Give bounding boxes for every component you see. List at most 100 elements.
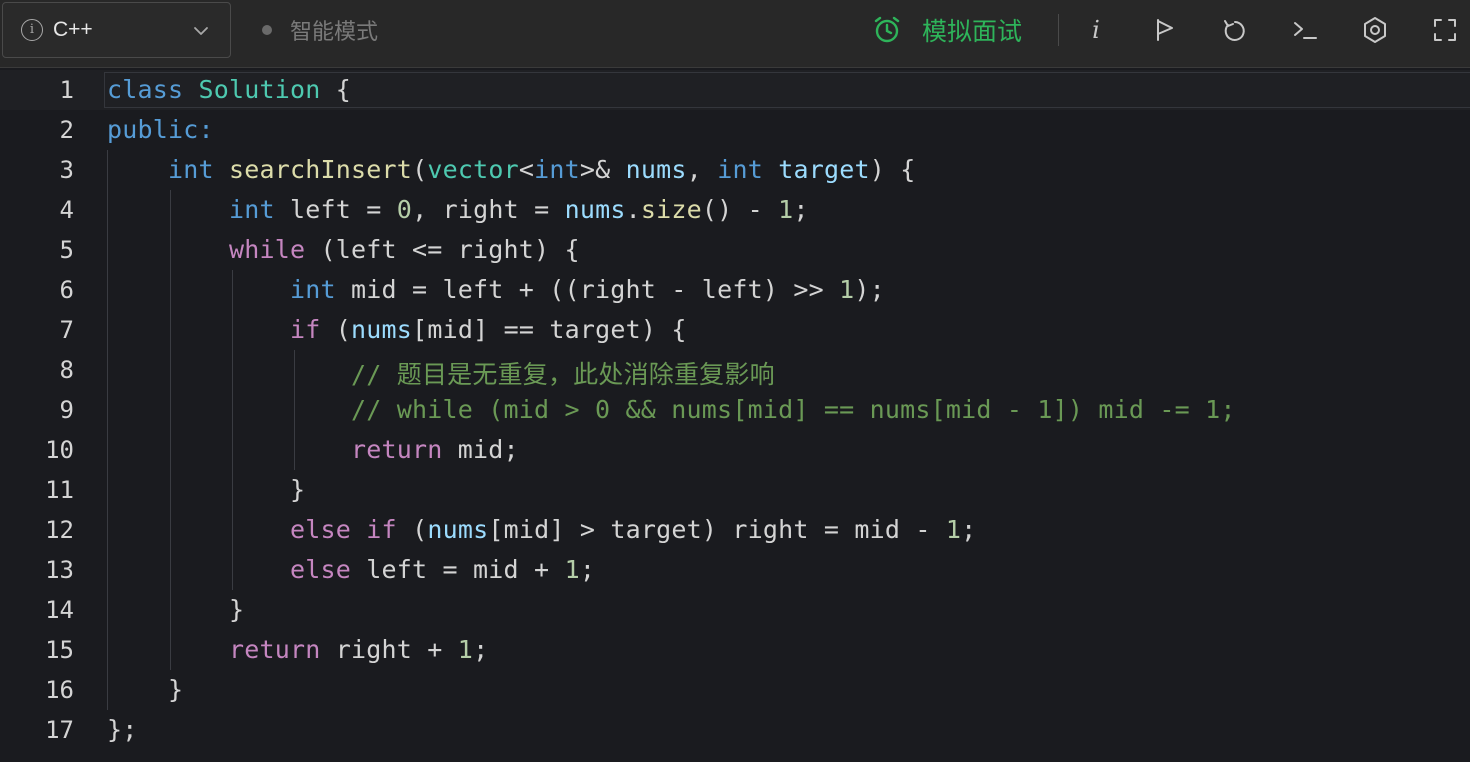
code-text: else left = mid + 1;	[107, 555, 595, 584]
code-token: left = mid +	[351, 555, 565, 584]
code-line[interactable]: 5 while (left <= right) {	[0, 230, 1470, 270]
code-line[interactable]: 9 // while (mid > 0 && nums[mid] == nums…	[0, 390, 1470, 430]
code-token: {	[320, 75, 352, 104]
code-line[interactable]: 10 return mid;	[0, 430, 1470, 470]
code-line[interactable]: 13 else left = mid + 1;	[0, 550, 1470, 590]
code-token: ;	[473, 635, 489, 664]
fullscreen-button[interactable]	[1430, 15, 1460, 45]
code-token: right +	[320, 635, 458, 664]
code-text: }	[107, 595, 244, 624]
code-token: ;	[961, 515, 977, 544]
code-token: int	[717, 155, 763, 184]
flag-icon	[1157, 19, 1173, 41]
code-token: }	[107, 675, 184, 704]
console-button[interactable]	[1290, 15, 1320, 45]
info-button[interactable]: i	[1081, 15, 1111, 45]
code-line[interactable]: 4 int left = 0, right = nums.size() - 1;	[0, 190, 1470, 230]
toolbar-divider	[1058, 14, 1059, 46]
code-text: if (nums[mid] == target) {	[107, 315, 687, 344]
code-token: <	[518, 155, 535, 184]
code-token: 0	[396, 195, 413, 224]
code-line[interactable]: 2 public:	[0, 110, 1470, 150]
code-token: [mid] > target) right = mid -	[488, 515, 946, 544]
code-line[interactable]: 1 class Solution {	[0, 70, 1470, 110]
code-token: else	[290, 515, 352, 544]
code-token: nums	[351, 315, 413, 344]
code-token: mid = left + ((right - left) >>	[335, 275, 840, 304]
line-number: 2	[59, 116, 74, 144]
code-token: }	[107, 475, 306, 504]
code-text: class Solution {	[107, 75, 351, 104]
code-token: return	[229, 635, 321, 664]
code-token: ;	[579, 555, 596, 584]
terminal-icon	[1294, 22, 1317, 39]
code-token: (left <= right) {	[305, 235, 580, 264]
code-token: (	[412, 155, 428, 184]
code-text: int left = 0, right = nums.size() - 1;	[107, 195, 809, 224]
code-text: else if (nums[mid] > target) right = mid…	[107, 515, 976, 544]
reset-icon	[1224, 20, 1245, 41]
code-token: ,	[686, 155, 718, 184]
code-line[interactable]: 17};	[0, 710, 1470, 750]
code-token: mid;	[442, 435, 519, 464]
smart-mode-toggle[interactable]: 智能模式	[262, 0, 378, 60]
code-text: return mid;	[107, 435, 519, 464]
mock-interview-button[interactable]: 模拟面试	[872, 0, 1022, 60]
code-token: int	[168, 155, 214, 184]
code-token: >&	[579, 155, 611, 184]
line-number: 4	[59, 196, 74, 224]
reset-button[interactable]	[1220, 15, 1250, 45]
code-token: (	[320, 315, 352, 344]
code-line[interactable]: 11 }	[0, 470, 1470, 510]
code-token: // 题目是无重复，此处消除重复影响	[351, 360, 775, 389]
code-token: int	[290, 275, 336, 304]
code-line[interactable]: 3 int searchInsert(vector<int>& nums, in…	[0, 150, 1470, 190]
editor-toolbar: i C++ 智能模式 模拟面试 i	[0, 0, 1470, 68]
code-token: 1	[457, 635, 474, 664]
alarm-clock-icon	[874, 16, 900, 43]
code-text: public:	[107, 115, 214, 144]
code-text: };	[107, 715, 138, 744]
flag-button[interactable]	[1150, 15, 1180, 45]
code-token: }	[107, 595, 245, 624]
settings-button[interactable]	[1360, 15, 1390, 45]
code-token: () -	[701, 195, 779, 224]
gear-icon	[1364, 17, 1386, 43]
code-token: if	[366, 515, 397, 544]
code-token: 1	[839, 275, 855, 304]
code-token: // while (mid > 0 && nums[mid] == nums[m…	[351, 395, 1236, 424]
chevron-down-icon	[194, 27, 208, 35]
line-number: 12	[45, 516, 74, 544]
fullscreen-icon	[1434, 19, 1456, 41]
code-token: else	[290, 555, 352, 584]
mock-interview-label: 模拟面试	[922, 18, 1023, 46]
code-line[interactable]: 16 }	[0, 670, 1470, 710]
info-icon: i	[1092, 16, 1100, 44]
code-token: ;	[793, 195, 809, 224]
code-token: target	[778, 155, 870, 184]
code-token: Solution	[198, 75, 321, 104]
code-line[interactable]: 7 if (nums[mid] == target) {	[0, 310, 1470, 350]
language-select[interactable]: i C++	[2, 2, 231, 58]
code-line[interactable]: 8 // 题目是无重复，此处消除重复影响	[0, 350, 1470, 390]
code-line[interactable]: 6 int mid = left + ((right - left) >> 1)…	[0, 270, 1470, 310]
code-text: while (left <= right) {	[107, 235, 580, 264]
code-line[interactable]: 12 else if (nums[mid] > target) right = …	[0, 510, 1470, 550]
code-token: size	[640, 195, 702, 224]
code-token: };	[107, 715, 138, 744]
code-line[interactable]: 14 }	[0, 590, 1470, 630]
code-token: left =	[274, 195, 397, 224]
code-line[interactable]: 15 return right + 1;	[0, 630, 1470, 670]
line-number: 1	[59, 76, 74, 104]
line-number: 13	[45, 556, 74, 584]
code-token: if	[290, 315, 321, 344]
code-editor[interactable]: 1 class Solution {2 public: 3 int searchIns…	[0, 70, 1470, 762]
